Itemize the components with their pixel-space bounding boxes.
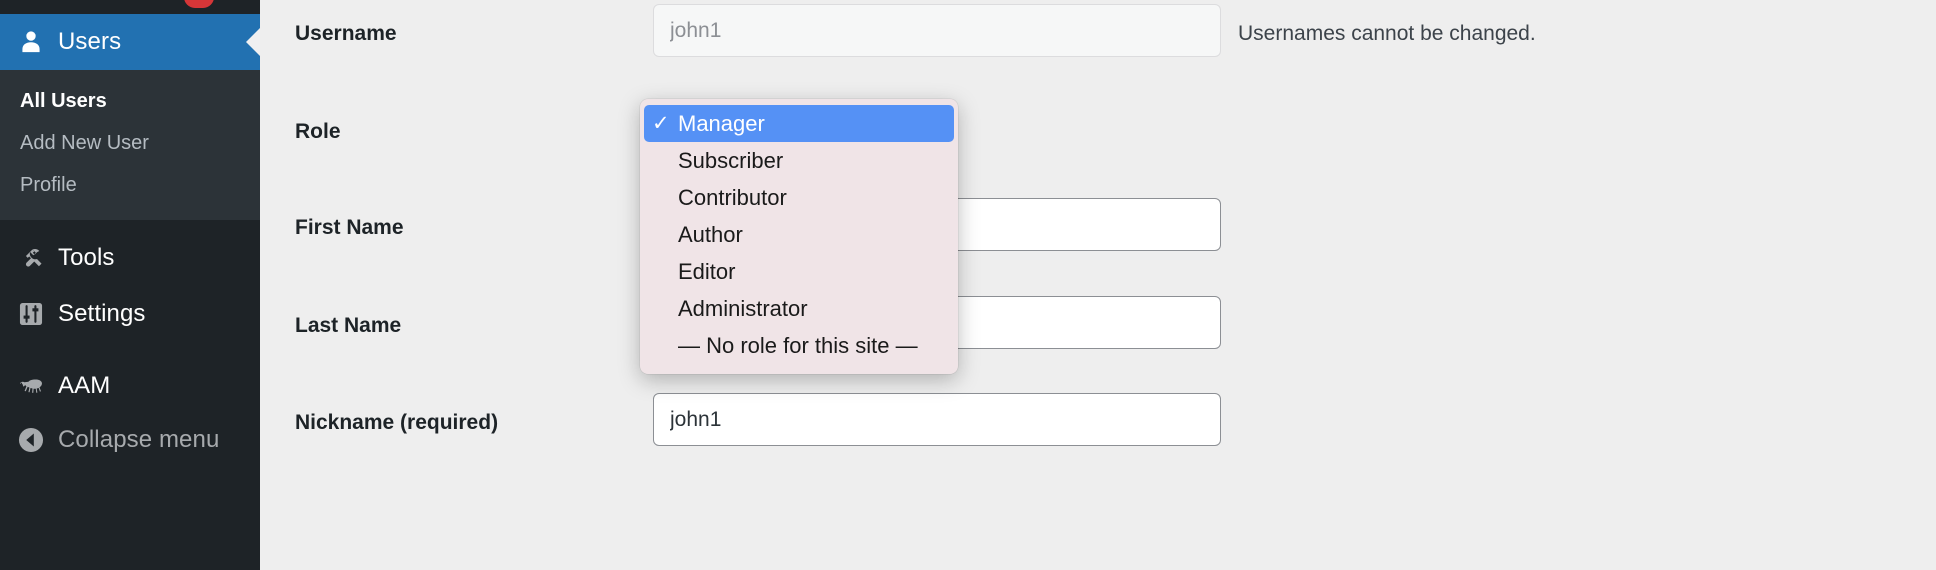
username-control bbox=[653, 4, 1221, 57]
nickname-label: Nickname (required) bbox=[295, 411, 499, 434]
sidebar-item-tools[interactable]: Tools bbox=[0, 230, 260, 286]
form-row-first-name: First Name bbox=[260, 198, 1936, 258]
role-option-subscriber[interactable]: Subscriber bbox=[640, 142, 958, 179]
sidebar-subitem-add-new-user[interactable]: Add New User bbox=[0, 122, 260, 164]
role-option-label: Author bbox=[678, 221, 743, 247]
username-input[interactable] bbox=[653, 4, 1221, 57]
role-label: Role bbox=[295, 120, 341, 143]
role-option-no-role[interactable]: — No role for this site — bbox=[640, 327, 958, 364]
role-option-manager[interactable]: ✓ Manager bbox=[644, 105, 954, 142]
sidebar-subitem-profile[interactable]: Profile bbox=[0, 164, 260, 206]
sidebar-item-aam[interactable]: AAM bbox=[0, 358, 260, 414]
sidebar-item-label: Users bbox=[58, 28, 122, 55]
role-option-author[interactable]: Author bbox=[640, 216, 958, 253]
check-icon: ✓ bbox=[652, 112, 670, 135]
last-name-label: Last Name bbox=[295, 314, 402, 337]
role-option-label: Administrator bbox=[678, 295, 808, 321]
sidebar-subitem-all-users[interactable]: All Users bbox=[0, 80, 260, 122]
sidebar-top-strip bbox=[0, 0, 260, 14]
role-option-administrator[interactable]: Administrator bbox=[640, 290, 958, 327]
form-row-last-name: Last Name bbox=[260, 296, 1936, 356]
role-option-label: Manager bbox=[678, 110, 765, 136]
sidebar-subitem-label: All Users bbox=[20, 90, 107, 112]
sidebar-item-collapse-menu[interactable]: Collapse menu bbox=[0, 412, 260, 468]
sliders-icon bbox=[14, 299, 48, 329]
sidebar-item-label: Settings bbox=[58, 300, 146, 327]
sidebar-item-settings[interactable]: Settings bbox=[0, 286, 260, 342]
role-option-label: Subscriber bbox=[678, 147, 784, 173]
notification-badge bbox=[184, 0, 214, 8]
form-row-username: Username Usernames cannot be changed. bbox=[260, 4, 1936, 64]
sidebar-subitem-label: Add New User bbox=[20, 132, 149, 154]
wrench-icon bbox=[14, 243, 48, 273]
armadillo-icon bbox=[14, 371, 48, 401]
sidebar-item-label: Tools bbox=[58, 244, 115, 271]
user-icon bbox=[14, 29, 48, 55]
sidebar-subitem-label: Profile bbox=[20, 174, 77, 196]
sidebar-item-label: Collapse menu bbox=[58, 426, 220, 453]
sidebar-submenu-users: All Users Add New User Profile bbox=[0, 70, 260, 220]
role-option-label: — No role for this site — bbox=[678, 332, 918, 358]
role-dropdown-menu: ✓ Manager Subscriber Contributor Author … bbox=[640, 99, 958, 374]
collapse-left-arrow-icon bbox=[14, 425, 48, 455]
form-row-nickname: Nickname (required) bbox=[260, 393, 1936, 453]
username-hint: Usernames cannot be changed. bbox=[1238, 22, 1536, 45]
username-label: Username bbox=[295, 22, 397, 45]
nickname-control bbox=[653, 393, 1221, 446]
role-option-contributor[interactable]: Contributor bbox=[640, 179, 958, 216]
admin-sidebar: Users All Users Add New User Profile Too… bbox=[0, 0, 260, 570]
role-option-label: Editor bbox=[678, 258, 736, 284]
sidebar-item-label: AAM bbox=[58, 372, 111, 399]
role-option-editor[interactable]: Editor bbox=[640, 253, 958, 290]
chevron-left-icon bbox=[246, 28, 260, 56]
role-option-label: Contributor bbox=[678, 184, 787, 210]
nickname-input[interactable] bbox=[653, 393, 1221, 446]
form-row-role: Role bbox=[260, 102, 1936, 162]
sidebar-item-users[interactable]: Users bbox=[0, 14, 260, 70]
profile-form: Username Usernames cannot be changed. Ro… bbox=[260, 0, 1936, 570]
first-name-label: First Name bbox=[295, 216, 404, 239]
